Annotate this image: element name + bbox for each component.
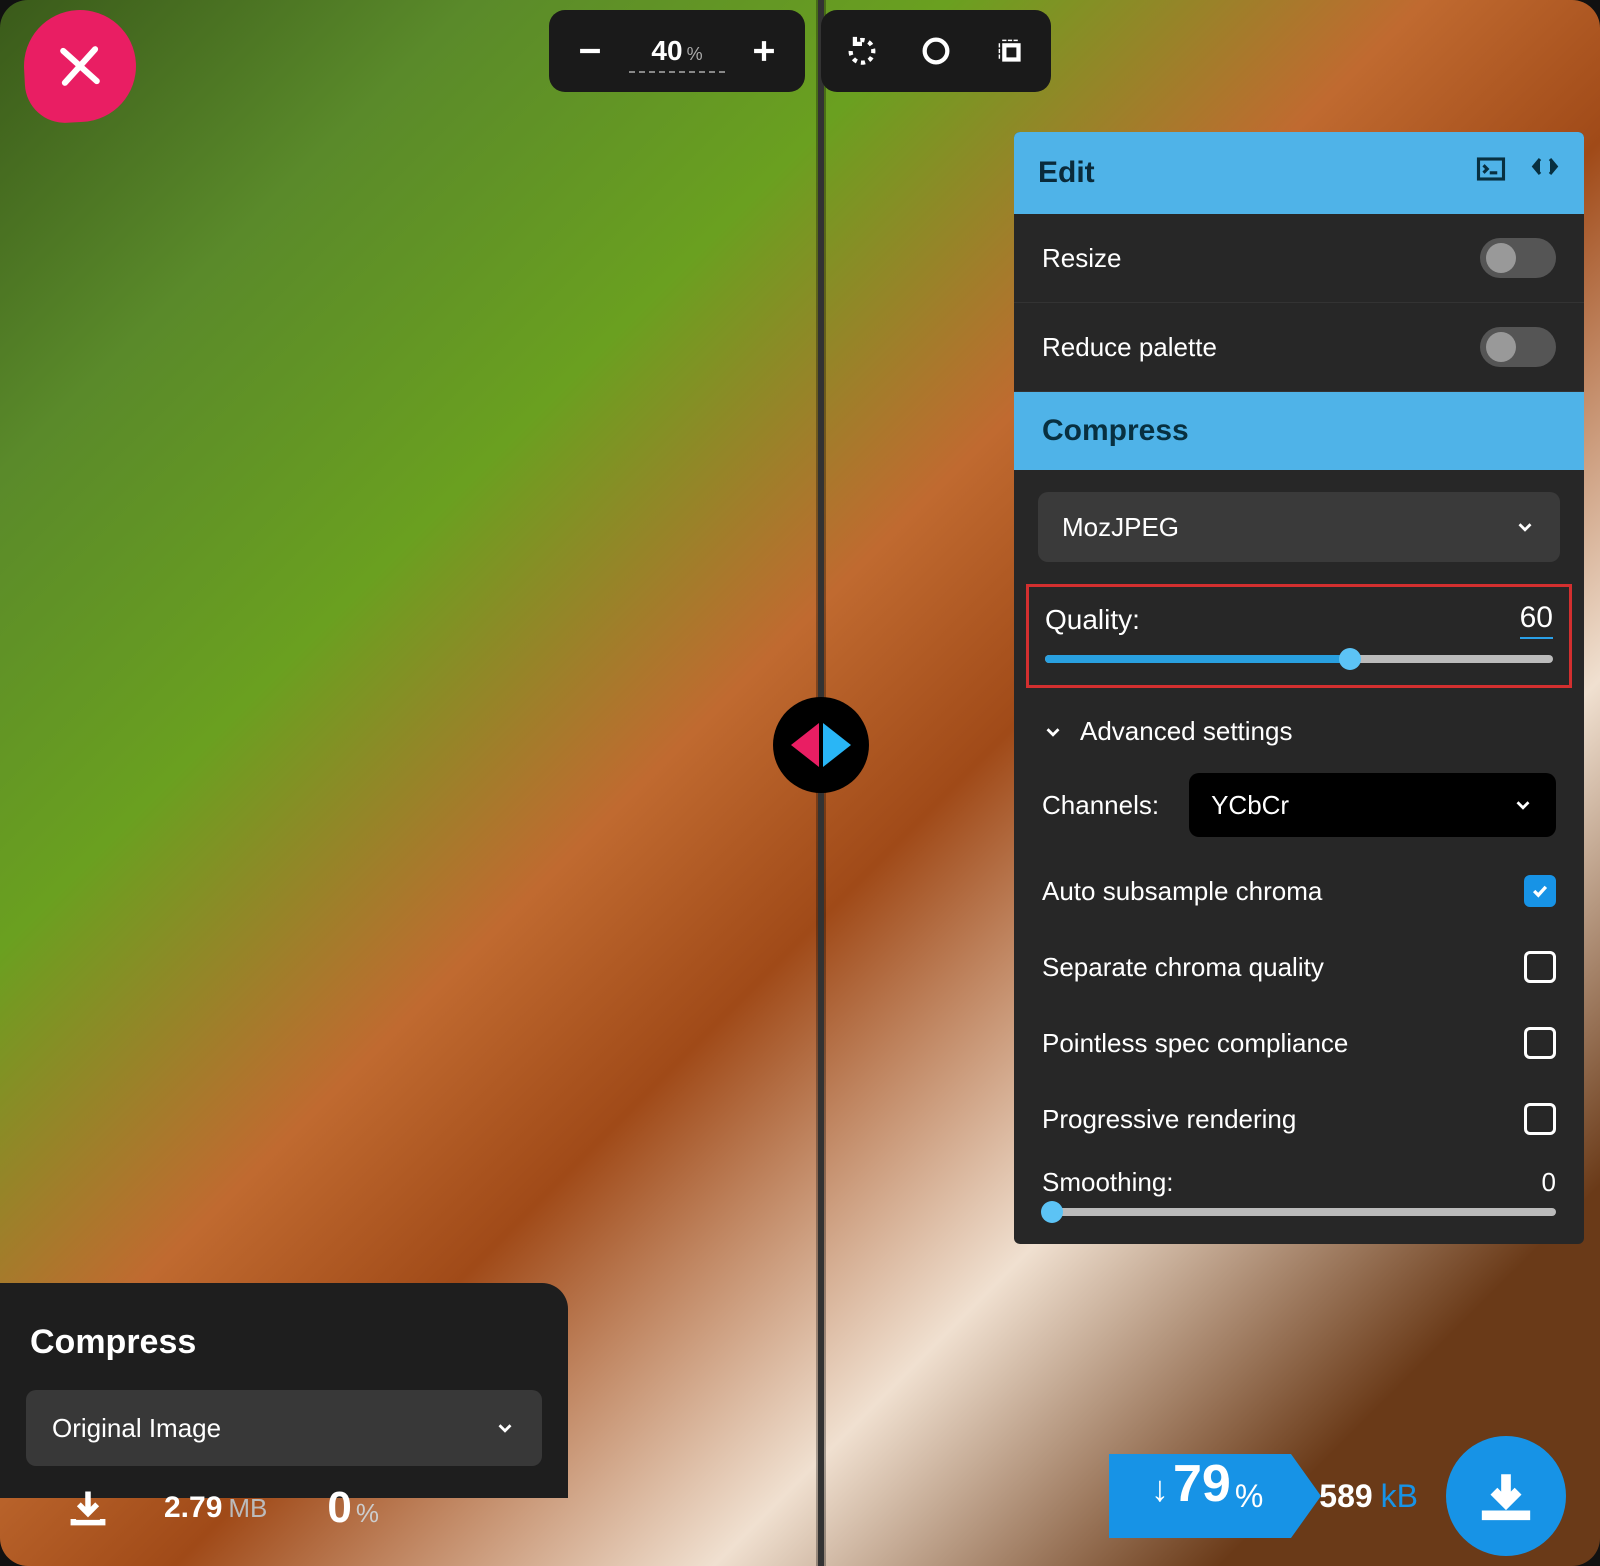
left-savings-pct: %: [356, 1498, 379, 1529]
zoom-percent-label: %: [687, 44, 703, 65]
rotate-button[interactable]: [827, 16, 897, 86]
plus-icon: [747, 34, 781, 68]
progressive-row: Progressive rendering: [1014, 1081, 1584, 1157]
transform-group: [821, 10, 1051, 92]
codec-selected: MozJPEG: [1062, 512, 1179, 543]
edit-header: Edit: [1014, 132, 1584, 214]
advanced-settings-toggle[interactable]: Advanced settings: [1014, 698, 1584, 757]
savings-value: 79: [1173, 1454, 1231, 1514]
resize-label: Resize: [1042, 243, 1121, 274]
zoom-toolbar: 40 %: [549, 10, 1051, 92]
chevron-down-icon: [1512, 794, 1534, 816]
triangle-right-icon: [823, 723, 851, 767]
resize-row: Resize: [1014, 214, 1584, 303]
auto-subsample-row: Auto subsample chroma: [1014, 853, 1584, 929]
down-arrow-icon: ↓: [1151, 1468, 1169, 1510]
smoothing-value[interactable]: 0: [1542, 1167, 1556, 1198]
quality-slider[interactable]: [1045, 655, 1553, 663]
left-format-selected: Original Image: [52, 1413, 221, 1444]
right-options-panel: Edit Resize Reduce palette Compress MozJ…: [1014, 132, 1584, 1244]
output-size-unit: kB: [1381, 1478, 1418, 1515]
left-size-value: 2.79: [164, 1491, 222, 1525]
chevron-down-icon: [494, 1417, 516, 1439]
zoom-out-button[interactable]: [555, 16, 625, 86]
chevron-down-icon: [1042, 721, 1064, 743]
rotate-icon: [845, 34, 879, 68]
savings-badge: ↓ 79 %: [1109, 1454, 1291, 1538]
left-download-button[interactable]: [56, 1476, 120, 1540]
quality-highlight: Quality: 60: [1026, 584, 1572, 688]
check-icon: [1530, 881, 1550, 901]
minus-icon: [573, 34, 607, 68]
cli-button[interactable]: [1476, 154, 1506, 192]
zoom-in-button[interactable]: [729, 16, 799, 86]
download-icon: [1477, 1467, 1535, 1525]
reduce-palette-row: Reduce palette: [1014, 303, 1584, 392]
left-panel-title: Compress: [0, 1283, 568, 1390]
separate-chroma-row: Separate chroma quality: [1014, 929, 1584, 1005]
progressive-checkbox[interactable]: [1524, 1103, 1556, 1135]
advanced-settings-label: Advanced settings: [1080, 716, 1292, 747]
separate-chroma-checkbox[interactable]: [1524, 951, 1556, 983]
pointless-spec-label: Pointless spec compliance: [1042, 1028, 1348, 1059]
edit-title: Edit: [1038, 156, 1095, 190]
reduce-palette-label: Reduce palette: [1042, 332, 1217, 363]
app-canvas: 40 % Compress Original Image: [0, 0, 1600, 1566]
copy-settings-button[interactable]: [1530, 154, 1560, 192]
left-size-unit: MB: [228, 1493, 267, 1524]
edit-background-button[interactable]: [975, 16, 1045, 86]
right-footer: ↓ 79 % 589 kB: [1109, 1426, 1600, 1566]
codec-select[interactable]: MozJPEG: [1038, 492, 1560, 562]
artboard-icon: [993, 34, 1027, 68]
savings-pct: %: [1235, 1478, 1263, 1515]
triangle-left-icon: [791, 723, 819, 767]
download-button[interactable]: [1446, 1436, 1566, 1556]
compare-handle[interactable]: [773, 697, 869, 793]
compress-section-title: Compress: [1014, 392, 1584, 470]
left-footer: 2.79 MB 0 %: [0, 1450, 568, 1566]
smoothing-label: Smoothing:: [1042, 1167, 1174, 1198]
circle-icon: [919, 34, 953, 68]
channels-select[interactable]: YCbCr: [1189, 773, 1556, 837]
close-icon: [55, 41, 105, 91]
zoom-value[interactable]: 40 %: [629, 35, 725, 67]
left-file-size: 2.79 MB: [164, 1491, 267, 1525]
smoothing-slider[interactable]: [1042, 1208, 1556, 1216]
auto-subsample-label: Auto subsample chroma: [1042, 876, 1322, 907]
zoom-number: 40: [651, 35, 682, 67]
quality-value[interactable]: 60: [1520, 601, 1553, 639]
left-savings: 0 %: [327, 1483, 379, 1533]
left-savings-value: 0: [327, 1483, 351, 1533]
channels-label: Channels:: [1042, 790, 1159, 821]
channels-row: Channels: YCbCr: [1014, 757, 1584, 853]
smoothing-row: Smoothing: 0: [1014, 1157, 1584, 1198]
chevron-down-icon: [1514, 516, 1536, 538]
separate-chroma-label: Separate chroma quality: [1042, 952, 1324, 983]
swap-icon: [1530, 154, 1560, 184]
pointless-spec-checkbox[interactable]: [1524, 1027, 1556, 1059]
output-size: 589 kB: [1319, 1478, 1418, 1515]
pointless-spec-row: Pointless spec compliance: [1014, 1005, 1584, 1081]
output-size-value: 589: [1319, 1478, 1372, 1515]
channels-value: YCbCr: [1211, 790, 1289, 821]
auto-subsample-checkbox[interactable]: [1524, 875, 1556, 907]
reduce-palette-toggle[interactable]: [1480, 327, 1556, 367]
download-icon: [66, 1486, 110, 1530]
resize-toggle[interactable]: [1480, 238, 1556, 278]
quality-label: Quality:: [1045, 604, 1140, 636]
zoom-group: 40 %: [549, 10, 805, 92]
progressive-label: Progressive rendering: [1042, 1104, 1296, 1135]
terminal-icon: [1476, 154, 1506, 184]
close-button[interactable]: [21, 7, 139, 125]
background-toggle-button[interactable]: [901, 16, 971, 86]
